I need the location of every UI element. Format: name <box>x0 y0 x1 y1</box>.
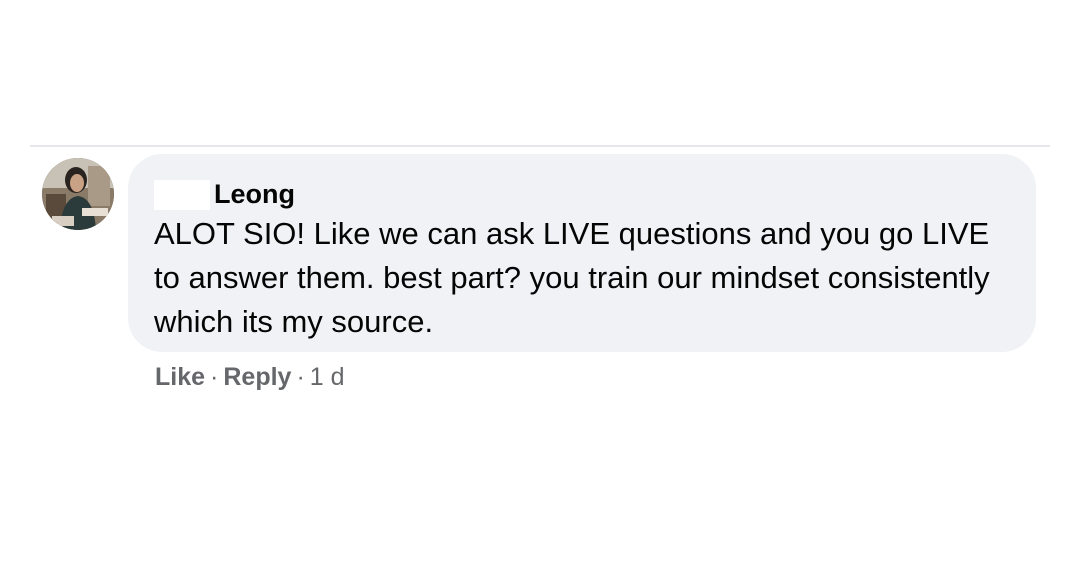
reply-button[interactable]: Reply <box>223 363 291 391</box>
comment-text: ALOT SIO! Like we can ask LIVE questions… <box>154 216 990 339</box>
avatar[interactable] <box>42 158 114 230</box>
action-separator: · <box>296 363 305 391</box>
action-separator: · <box>210 363 219 391</box>
divider <box>30 145 1050 147</box>
comment-bubble: Leong ALOT SIO! Like we can ask LIVE que… <box>128 154 1036 352</box>
comment-actions: Like · Reply · 1 d <box>155 360 345 394</box>
avatar-photo <box>42 158 114 230</box>
like-button[interactable]: Like <box>155 363 205 391</box>
author-name[interactable]: Leong <box>214 178 295 210</box>
timestamp[interactable]: 1 d <box>310 363 345 391</box>
redacted-name-block <box>154 180 210 210</box>
author-row: Leong <box>154 174 1010 210</box>
